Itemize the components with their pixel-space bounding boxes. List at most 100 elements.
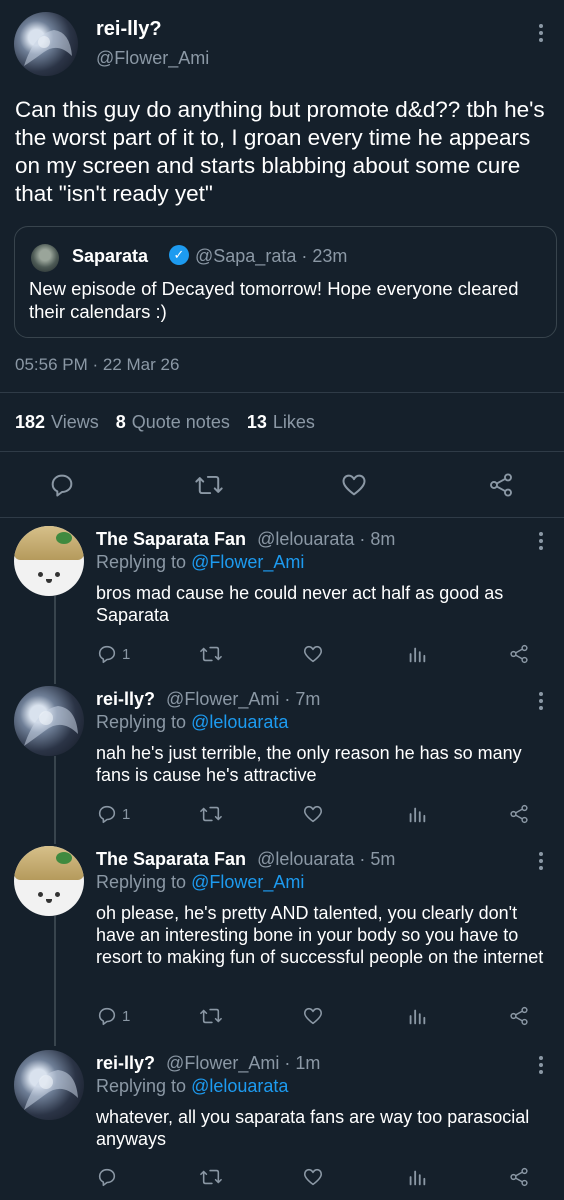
handle-time[interactable]: @Flower_Ami · 7m — [166, 689, 320, 709]
reply-icon[interactable] — [96, 1005, 118, 1027]
more-icon[interactable] — [538, 692, 544, 710]
reply-count: 1 — [122, 1008, 131, 1025]
more-icon[interactable] — [538, 532, 544, 550]
views-icon[interactable] — [406, 643, 428, 665]
retweet-icon[interactable] — [199, 803, 223, 825]
avatar-eye — [55, 892, 60, 897]
avatar-nose — [46, 579, 52, 583]
avatar-flower — [56, 852, 72, 864]
replying-to: Replying to @Flower_Ami — [96, 552, 304, 573]
author-name[interactable]: rei-lly? — [96, 1053, 155, 1073]
divider — [0, 392, 564, 393]
more-icon[interactable] — [538, 852, 544, 870]
thread-line — [54, 596, 56, 684]
more-icon[interactable] — [538, 1056, 544, 1074]
reply-header: The Saparata Fan @lelouarata · 5m — [96, 849, 395, 870]
avatar[interactable] — [14, 1050, 84, 1120]
share-icon[interactable] — [508, 803, 530, 825]
divider — [0, 517, 564, 518]
handle-time[interactable]: @lelouarata · 5m — [257, 849, 395, 869]
reply-header: The Saparata Fan @lelouarata · 8m — [96, 529, 395, 550]
share-icon[interactable] — [508, 643, 530, 665]
replying-to: Replying to @lelouarata — [96, 712, 288, 733]
quote-handle-time: @Sapa_rata · 23m — [195, 246, 348, 266]
avatar-hat — [14, 846, 84, 880]
reply-count: 1 — [122, 806, 131, 823]
avatar-nose — [46, 899, 52, 903]
verified-icon: ✓ — [169, 245, 189, 265]
retweet-icon[interactable] — [194, 471, 224, 499]
avatar[interactable] — [14, 526, 84, 596]
like-icon[interactable] — [302, 643, 324, 665]
avatar[interactable] — [14, 686, 84, 756]
quoted-tweet[interactable]: Saparata ✓ @Sapa_rata · 23m New episode … — [14, 226, 557, 338]
avatar-art-icon — [24, 1070, 78, 1110]
reply-text: oh please, he's pretty AND talented, you… — [96, 903, 544, 967]
quotes-label: Quote notes — [131, 412, 230, 432]
likes-label: Likes — [272, 412, 315, 432]
reply-text: whatever, all you saparata fans are way … — [96, 1107, 530, 1149]
views-count[interactable]: 182 — [15, 412, 45, 433]
avatar-eye — [38, 572, 43, 577]
avatar[interactable] — [14, 12, 78, 76]
tweet-timestamp[interactable]: 05:56 PM · 22 Mar 26 — [15, 355, 179, 375]
reply-icon[interactable] — [96, 803, 118, 825]
views-icon[interactable] — [406, 1005, 428, 1027]
author-name[interactable]: The Saparata Fan — [96, 529, 246, 549]
reply-header: rei-lly? @Flower_Ami · 1m — [96, 1053, 320, 1074]
reply-header: rei-lly? @Flower_Ami · 7m — [96, 689, 320, 710]
replying-to-link[interactable]: @Flower_Ami — [191, 872, 304, 892]
handle-time[interactable]: @Flower_Ami · 1m — [166, 1053, 320, 1073]
likes-count[interactable]: 13 — [247, 412, 267, 433]
reply-icon[interactable] — [96, 643, 118, 665]
avatar-art-icon — [24, 30, 72, 66]
thread-line — [54, 756, 56, 844]
retweet-icon[interactable] — [199, 1005, 223, 1027]
views-icon[interactable] — [406, 1166, 428, 1188]
reply-icon[interactable] — [48, 471, 76, 499]
share-icon[interactable] — [508, 1005, 530, 1027]
avatar-eye — [55, 572, 60, 577]
reply-actions: 1 — [0, 1003, 564, 1029]
replying-to-link[interactable]: @lelouarata — [191, 1076, 288, 1096]
avatar[interactable] — [14, 846, 84, 916]
replying-prefix: Replying to — [96, 872, 187, 892]
quote-avatar — [31, 244, 59, 272]
reply-actions: 1 — [0, 641, 564, 667]
author-name[interactable]: rei-lly? — [96, 18, 162, 41]
reply-actions: 1 — [0, 801, 564, 827]
more-icon[interactable] — [538, 24, 544, 42]
retweet-icon[interactable] — [199, 1166, 223, 1188]
like-icon[interactable] — [302, 1005, 324, 1027]
share-icon[interactable] — [508, 1166, 530, 1188]
replying-to-link[interactable]: @Flower_Ami — [191, 552, 304, 572]
tweet-text: Can this guy do anything but promote d&d… — [15, 97, 545, 206]
replying-to: Replying to @lelouarata — [96, 1076, 288, 1097]
like-icon[interactable] — [302, 1166, 324, 1188]
divider — [0, 451, 564, 452]
author-name[interactable]: rei-lly? — [96, 689, 155, 709]
replying-to-link[interactable]: @lelouarata — [191, 712, 288, 732]
views-icon[interactable] — [406, 803, 428, 825]
share-icon[interactable] — [487, 471, 515, 499]
avatar-hat — [14, 526, 84, 560]
reply-text: bros mad cause he could never act half a… — [96, 583, 504, 625]
quotes-count[interactable]: 8 — [116, 412, 126, 433]
retweet-icon[interactable] — [199, 643, 223, 665]
tweet-stats: 182 Views 8 Quote notes 13 Likes — [15, 412, 332, 433]
like-icon[interactable] — [340, 471, 368, 499]
views-label: Views — [51, 412, 99, 432]
handle-time[interactable]: @lelouarata · 8m — [257, 529, 395, 549]
replying-prefix: Replying to — [96, 552, 187, 572]
author-name[interactable]: The Saparata Fan — [96, 849, 246, 869]
author-handle[interactable]: @Flower_Ami — [96, 48, 209, 69]
quote-text: New episode of Decayed tomorrow! Hope ev… — [29, 278, 519, 322]
reply-count: 1 — [122, 646, 131, 663]
reply-actions — [0, 1164, 564, 1190]
like-icon[interactable] — [302, 803, 324, 825]
quote-author-name: Saparata — [72, 246, 149, 266]
reply-icon[interactable] — [96, 1166, 118, 1188]
replying-to: Replying to @Flower_Ami — [96, 872, 304, 893]
avatar-art-icon — [24, 706, 78, 746]
avatar-eye — [38, 892, 43, 897]
